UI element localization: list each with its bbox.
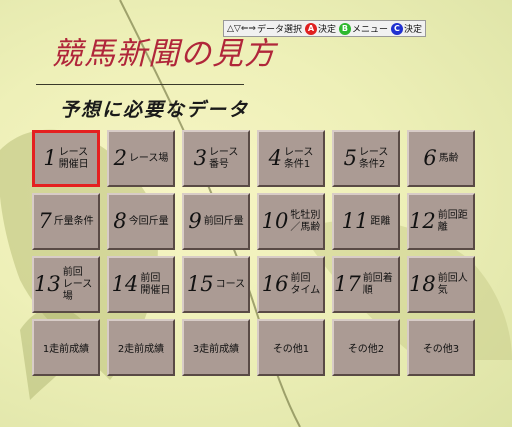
data-item-cell[interactable]: 15 コース — [182, 256, 250, 313]
item-number: 10 — [261, 209, 289, 233]
item-label: コース — [215, 278, 246, 290]
b-button-icon: B — [338, 22, 351, 35]
data-item-cell[interactable]: 9 前回斤量 — [182, 193, 250, 250]
item-number: 9 — [188, 209, 202, 233]
data-item-cell[interactable]: 10 牝牡別 ／馬齢 — [257, 193, 325, 250]
item-label: その他1 — [272, 344, 310, 355]
item-label: 2走前成績 — [117, 344, 165, 355]
item-label: レース 開催日 — [58, 146, 89, 170]
item-label: 前回距離 — [437, 209, 468, 233]
item-label: 前回 レース場 — [62, 266, 93, 302]
data-item-cell[interactable]: その他3 — [407, 319, 475, 376]
item-label: 3走前成績 — [192, 344, 240, 355]
data-item-cell[interactable]: 7 斤量条件 — [32, 193, 100, 250]
control-a-label: 決定 — [317, 25, 336, 35]
item-label: その他3 — [422, 344, 460, 355]
item-number: 3 — [193, 146, 207, 170]
item-label: 1走前成績 — [42, 344, 90, 355]
game-screen: 競馬新聞の見方 予想に必要なデータ △▽⇐⇒ データ選択 A 決定 B メニュー… — [0, 0, 512, 427]
item-number: 18 — [409, 272, 436, 296]
data-item-cell[interactable]: 1 レース 開催日 — [32, 130, 100, 187]
dpad-arrows-icon: △▽⇐⇒ — [227, 23, 256, 34]
control-select-label: データ選択 — [256, 25, 302, 35]
data-item-cell[interactable]: 8 今回斤量 — [107, 193, 175, 250]
data-item-cell[interactable]: 5 レース 条件2 — [332, 130, 400, 187]
item-label: 斤量条件 — [53, 215, 94, 227]
item-number: 2 — [113, 146, 127, 170]
c-button-icon: C — [390, 22, 403, 35]
data-item-cell[interactable]: 2走前成績 — [107, 319, 175, 376]
item-number: 4 — [268, 146, 282, 170]
control-c-label: 決定 — [403, 25, 422, 35]
data-item-cell[interactable]: 3走前成績 — [182, 319, 250, 376]
data-item-cell[interactable]: 13 前回 レース場 — [32, 256, 100, 313]
data-item-cell[interactable]: 4 レース 条件1 — [257, 130, 325, 187]
a-button-icon: A — [304, 22, 317, 35]
item-number: 15 — [186, 272, 214, 296]
control-select: △▽⇐⇒ データ選択 — [227, 22, 302, 36]
item-number: 13 — [34, 272, 61, 296]
control-b-label: メニュー — [351, 25, 388, 35]
section-subtitle: 予想に必要なデータ — [60, 99, 250, 121]
item-label: 牝牡別 ／馬齢 — [290, 209, 321, 233]
control-b-button: B メニュー — [338, 22, 388, 35]
item-label: 前回 開催日 — [140, 272, 171, 296]
item-number: 8 — [113, 209, 127, 233]
controls-legend: △▽⇐⇒ データ選択 A 決定 B メニュー C 決定 — [223, 20, 426, 37]
item-number: 14 — [111, 272, 139, 296]
item-number: 1 — [43, 146, 57, 170]
item-label: 今回斤量 — [128, 215, 169, 227]
item-label: その他2 — [347, 344, 385, 355]
title-underline — [36, 84, 244, 85]
data-item-cell[interactable]: 1走前成績 — [32, 319, 100, 376]
item-label: レース 条件1 — [283, 146, 314, 170]
item-label: 距離 — [370, 215, 391, 227]
item-label: 前回斤量 — [203, 215, 244, 227]
data-item-cell[interactable]: 18 前回人気 — [407, 256, 475, 313]
item-label: レース 条件2 — [358, 146, 389, 170]
item-number: 17 — [334, 272, 361, 296]
data-item-cell[interactable]: 17 前回着順 — [332, 256, 400, 313]
item-label: 前回着順 — [362, 272, 393, 296]
item-label: レース場 — [128, 152, 169, 164]
item-number: 5 — [343, 146, 357, 170]
control-c-button: C 決定 — [390, 22, 422, 35]
item-label: 馬齢 — [438, 152, 459, 164]
data-item-cell[interactable]: 2 レース場 — [107, 130, 175, 187]
item-label: 前回人気 — [437, 272, 468, 296]
data-item-cell[interactable]: 3 レース 番号 — [182, 130, 250, 187]
item-number: 12 — [409, 209, 436, 233]
item-number: 7 — [38, 209, 52, 233]
data-item-cell[interactable]: その他2 — [332, 319, 400, 376]
item-label: レース 番号 — [208, 146, 239, 170]
item-number: 11 — [341, 209, 369, 233]
control-a-button: A 決定 — [304, 22, 336, 35]
data-item-cell[interactable]: 11 距離 — [332, 193, 400, 250]
item-number: 16 — [261, 272, 289, 296]
data-item-cell[interactable]: 16 前回 タイム — [257, 256, 325, 313]
data-item-cell[interactable]: 6 馬齢 — [407, 130, 475, 187]
data-item-cell[interactable]: 14 前回 開催日 — [107, 256, 175, 313]
item-number: 6 — [423, 146, 437, 170]
item-label: 前回 タイム — [290, 272, 321, 296]
data-item-cell[interactable]: その他1 — [257, 319, 325, 376]
data-item-cell[interactable]: 12 前回距離 — [407, 193, 475, 250]
